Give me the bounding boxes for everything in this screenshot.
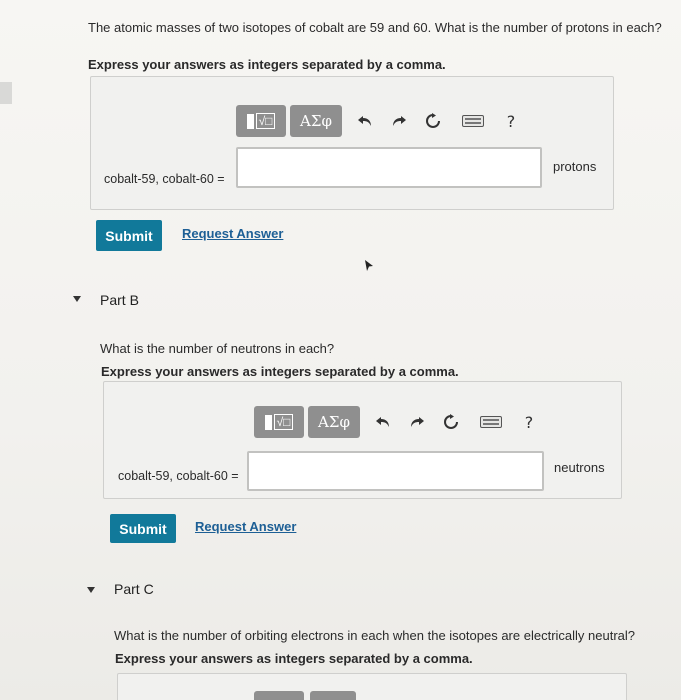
part-b-instruction: Express your answers as integers separat… xyxy=(101,364,459,379)
part-a-unit: protons xyxy=(553,159,597,174)
part-c-question: What is the number of orbiting electrons… xyxy=(114,628,636,643)
keyboard-icon[interactable] xyxy=(474,406,508,438)
part-a-instruction: Express your answers as integers separat… xyxy=(88,57,446,72)
help-icon[interactable]: ? xyxy=(494,105,528,137)
part-b-title[interactable]: Part B xyxy=(100,292,139,308)
greek-symbols-icon[interactable]: ΑΣφ xyxy=(308,406,360,438)
part-a-question: The atomic masses of two isotopes of cob… xyxy=(88,20,662,35)
templates-icon[interactable] xyxy=(254,691,304,700)
part-b-collapse-icon[interactable] xyxy=(73,296,81,302)
part-c-collapse-icon[interactable] xyxy=(87,587,95,593)
reset-icon[interactable] xyxy=(434,406,468,438)
page: The atomic masses of two isotopes of cob… xyxy=(0,0,681,700)
part-b-question: What is the number of neutrons in each? xyxy=(100,341,335,356)
undo-icon[interactable] xyxy=(366,406,400,438)
help-icon[interactable]: ? xyxy=(512,406,546,438)
part-c-instruction: Express your answers as integers separat… xyxy=(115,651,473,666)
redo-icon[interactable] xyxy=(382,105,416,137)
part-c-title[interactable]: Part C xyxy=(114,581,154,597)
greek-symbols-icon[interactable] xyxy=(310,691,356,700)
part-b-unit: neutrons xyxy=(554,460,605,475)
part-b-toolbar: √□ ΑΣφ ? xyxy=(254,406,546,438)
part-b-submit-button[interactable]: Submit xyxy=(110,514,176,543)
part-a-answer-input[interactable] xyxy=(236,147,542,188)
keyboard-icon[interactable] xyxy=(456,105,490,137)
reset-icon[interactable] xyxy=(416,105,450,137)
greek-symbols-icon[interactable]: ΑΣφ xyxy=(290,105,342,137)
part-c-answer-box xyxy=(117,673,627,700)
part-a-request-answer-link[interactable]: Request Answer xyxy=(182,226,283,241)
side-tab[interactable] xyxy=(0,82,12,104)
part-b-answer-input[interactable] xyxy=(247,451,544,491)
part-b-answer-label: cobalt-59, cobalt-60 = xyxy=(118,469,239,483)
redo-icon[interactable] xyxy=(400,406,434,438)
undo-icon[interactable] xyxy=(348,105,382,137)
part-a-answer-label: cobalt-59, cobalt-60 = xyxy=(104,172,225,186)
part-a-submit-button[interactable]: Submit xyxy=(96,220,162,251)
part-a-toolbar: √□ ΑΣφ ? xyxy=(236,105,528,137)
part-a-answer-box: √□ ΑΣφ ? cobalt-59, cobalt-60 = protons xyxy=(90,76,614,210)
templates-icon[interactable]: √□ xyxy=(236,105,286,137)
templates-icon[interactable]: √□ xyxy=(254,406,304,438)
part-b-request-answer-link[interactable]: Request Answer xyxy=(195,519,296,534)
part-b-answer-box: √□ ΑΣφ ? cobalt-59, cobalt-60 = neutrons xyxy=(103,381,622,499)
mouse-cursor-icon xyxy=(365,260,373,271)
